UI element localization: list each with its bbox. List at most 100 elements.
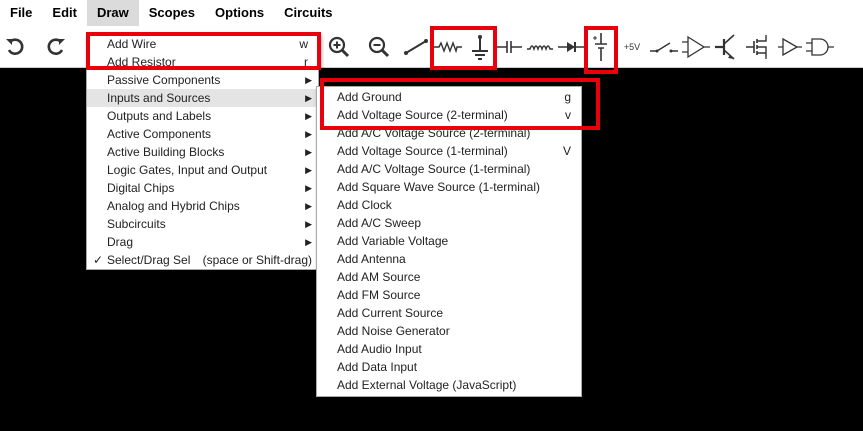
menu-item-label: Active Components — [107, 127, 212, 141]
draw-menu: Add Wire w Add Resistor r Passive Componen… — [86, 33, 319, 270]
submenu-arrow-icon: ▶ — [305, 183, 312, 193]
shortcut-label: w — [299, 37, 308, 51]
menu-item-active-components[interactable]: Active Components ▶ — [87, 125, 318, 143]
menu-item-label: Select/Drag Sel — [107, 253, 191, 267]
menu-item-add-antenna[interactable]: Add Antenna — [317, 250, 581, 268]
checkmark-icon: ✓ — [93, 253, 104, 267]
shortcut-label: V — [562, 144, 571, 158]
undo-icon[interactable] — [2, 32, 28, 62]
menu-item-add-square-wave-source[interactable]: Add Square Wave Source (1-terminal) — [317, 178, 581, 196]
menu-item-subcircuits[interactable]: Subcircuits ▶ — [87, 215, 318, 233]
submenu-arrow-icon: ▶ — [305, 93, 312, 103]
menu-item-add-variable-voltage[interactable]: Add Variable Voltage — [317, 232, 581, 250]
menu-item-add-ac-voltage-source-1t[interactable]: Add A/C Voltage Source (1-terminal) — [317, 160, 581, 178]
menu-item-digital-chips[interactable]: Digital Chips ▶ — [87, 179, 318, 197]
menu-bar: File Edit Draw Scopes Options Circuits — [0, 0, 863, 26]
diode-icon[interactable] — [558, 32, 584, 62]
transistor-icon[interactable] — [714, 32, 740, 62]
menu-item-add-voltage-source-2t[interactable]: Add Voltage Source (2-terminal) v — [317, 106, 581, 124]
submenu-arrow-icon: ▶ — [305, 201, 312, 211]
menu-edit[interactable]: Edit — [42, 0, 87, 26]
menu-item-label: Outputs and Labels — [107, 109, 212, 123]
switch-icon[interactable] — [650, 32, 678, 62]
menu-item-label: Add Wire — [107, 37, 157, 51]
menu-item-add-wire[interactable]: Add Wire w — [87, 35, 318, 53]
shortcut-label: g — [564, 90, 571, 104]
menu-item-label: Add A/C Voltage Source (1-terminal) — [337, 162, 531, 176]
capacitor-icon[interactable] — [496, 32, 522, 62]
menu-item-label: Add Voltage Source (2-terminal) — [337, 108, 508, 122]
redo-icon[interactable] — [43, 32, 69, 62]
submenu-arrow-icon: ▶ — [305, 237, 312, 247]
menu-item-add-am-source[interactable]: Add AM Source — [317, 268, 581, 286]
menu-item-outputs-and-labels[interactable]: Outputs and Labels ▶ — [87, 107, 318, 125]
wire-icon[interactable] — [402, 32, 430, 62]
menu-draw[interactable]: Draw — [86, 0, 139, 26]
menu-item-drag[interactable]: Drag ▶ — [87, 233, 318, 251]
menu-item-label: Add Variable Voltage — [337, 234, 449, 248]
menu-item-label: Add External Voltage (JavaScript) — [337, 378, 517, 392]
menu-scopes[interactable]: Scopes — [139, 0, 205, 26]
shortcut-label: r — [304, 55, 308, 69]
menu-item-add-external-voltage[interactable]: Add External Voltage (JavaScript) — [317, 376, 581, 394]
menu-item-add-ac-sweep[interactable]: Add A/C Sweep — [317, 214, 581, 232]
menu-item-label: Add Resistor — [107, 55, 176, 69]
menu-item-active-building-blocks[interactable]: Active Building Blocks ▶ — [87, 143, 318, 161]
ground-icon[interactable] — [468, 32, 492, 62]
menu-item-add-ground[interactable]: Add Ground g — [317, 88, 581, 106]
menu-item-add-clock[interactable]: Add Clock — [317, 196, 581, 214]
menu-item-label: Add A/C Voltage Source (2-terminal) — [337, 126, 531, 140]
menu-item-label: Subcircuits — [107, 217, 166, 231]
shortcut-label: v — [565, 108, 571, 122]
zoom-out-icon[interactable] — [366, 32, 392, 62]
menu-item-add-ac-voltage-source-2t[interactable]: Add A/C Voltage Source (2-terminal) — [317, 124, 581, 142]
menu-item-inputs-and-sources[interactable]: Inputs and Sources ▶ — [87, 89, 318, 107]
menu-item-label: Add Clock — [337, 198, 392, 212]
menu-item-add-voltage-source-1t[interactable]: Add Voltage Source (1-terminal) V — [317, 142, 581, 160]
mosfet-icon[interactable] — [746, 32, 774, 62]
menu-item-label: Passive Components — [107, 73, 221, 87]
buffer-icon[interactable] — [777, 32, 803, 62]
menu-item-add-current-source[interactable]: Add Current Source — [317, 304, 581, 322]
inputs-sources-submenu: Add Ground g Add Voltage Source (2-termin… — [316, 86, 582, 397]
menu-circuits[interactable]: Circuits — [274, 0, 342, 26]
resistor-icon[interactable] — [434, 32, 462, 62]
voltage-source-icon[interactable] — [590, 32, 612, 62]
menu-item-label: Active Building Blocks — [107, 145, 225, 159]
menu-options[interactable]: Options — [205, 0, 274, 26]
menu-item-add-audio-input[interactable]: Add Audio Input — [317, 340, 581, 358]
menu-item-logic-gates[interactable]: Logic Gates, Input and Output ▶ — [87, 161, 318, 179]
menu-item-label: Add AM Source — [337, 270, 421, 284]
submenu-arrow-icon: ▶ — [305, 219, 312, 229]
rail-label: +5V — [623, 42, 641, 52]
menu-item-analog-hybrid-chips[interactable]: Analog and Hybrid Chips ▶ — [87, 197, 318, 215]
inductor-icon[interactable] — [527, 32, 553, 62]
menu-item-add-fm-source[interactable]: Add FM Source — [317, 286, 581, 304]
menu-item-add-data-input[interactable]: Add Data Input — [317, 358, 581, 376]
menu-item-label: Add Antenna — [337, 252, 406, 266]
menu-item-label: Add Noise Generator — [337, 324, 450, 338]
submenu-arrow-icon: ▶ — [305, 75, 312, 85]
menu-item-passive-components[interactable]: Passive Components ▶ — [87, 71, 318, 89]
zoom-in-icon[interactable] — [326, 32, 352, 62]
menu-item-label: Add A/C Sweep — [337, 216, 422, 230]
submenu-arrow-icon: ▶ — [305, 129, 312, 139]
menu-file[interactable]: File — [0, 0, 42, 26]
menu-item-add-resistor[interactable]: Add Resistor r — [87, 53, 318, 71]
menu-item-add-noise-generator[interactable]: Add Noise Generator — [317, 322, 581, 340]
shortcut-label: (space or Shift-drag) — [202, 253, 312, 267]
rail-icon[interactable]: +5V — [620, 32, 644, 62]
menu-item-label: Add FM Source — [337, 288, 421, 302]
menu-item-label: Logic Gates, Input and Output — [107, 163, 268, 177]
menu-item-label: Add Current Source — [337, 306, 444, 320]
menu-item-label: Add Square Wave Source (1-terminal) — [337, 180, 540, 194]
menu-item-label: Drag — [107, 235, 134, 249]
and-gate-icon[interactable] — [806, 32, 834, 62]
submenu-arrow-icon: ▶ — [305, 147, 312, 157]
menu-item-label: Digital Chips — [107, 181, 175, 195]
menu-item-select-drag[interactable]: ✓ Select/Drag Sel (space or Shift-drag) — [87, 251, 318, 269]
submenu-arrow-icon: ▶ — [305, 111, 312, 121]
op-amp-icon[interactable] — [682, 32, 710, 62]
menu-item-label: Add Audio Input — [337, 342, 422, 356]
menu-item-label: Add Voltage Source (1-terminal) — [337, 144, 508, 158]
